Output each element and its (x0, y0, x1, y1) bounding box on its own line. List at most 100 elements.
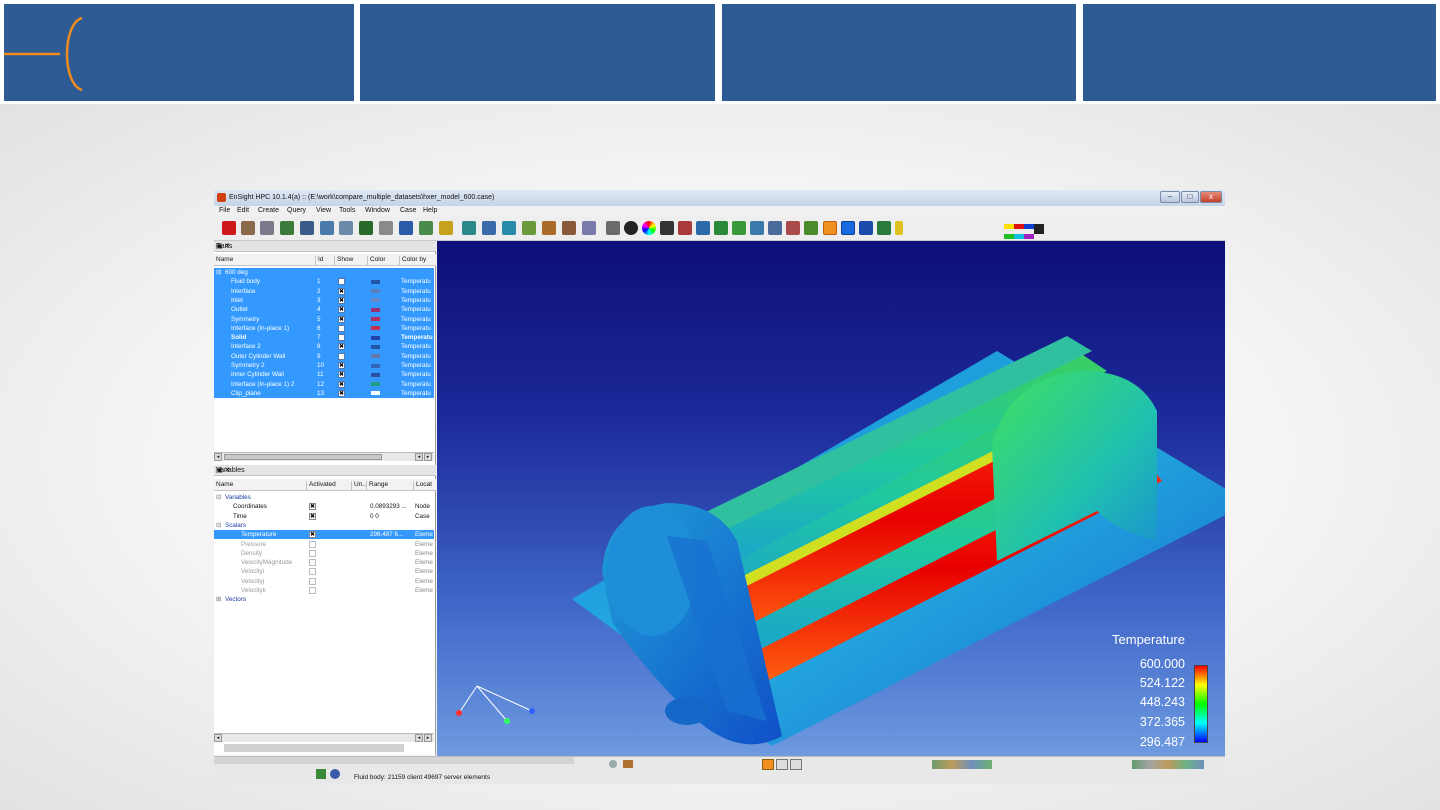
variable-row[interactable]: Pressure Eleme (214, 540, 434, 549)
contour-icon[interactable] (502, 221, 516, 235)
tree-icon[interactable] (280, 221, 294, 235)
parts-group-row[interactable]: ⊟ 600 deg (214, 268, 434, 277)
menu-edit[interactable]: Edit (237, 207, 249, 214)
graphics-viewport[interactable]: Temperature 600.000 524.122 448.243 372.… (437, 241, 1225, 756)
variable-row[interactable]: ⊟ Scalars (214, 521, 434, 530)
part-row[interactable]: Outer Cylinder Wall 9 Temperatu (214, 352, 434, 361)
variable-row[interactable]: VelocityMagnitude Eleme (214, 558, 434, 567)
expand-icon[interactable]: ⊞ (216, 596, 221, 603)
activated-checkbox[interactable] (309, 540, 316, 548)
activated-checkbox[interactable] (309, 577, 316, 585)
panel-controls-icon[interactable]: ▣ ✕ (216, 466, 433, 474)
collapse-icon[interactable]: ⊟ (216, 269, 221, 276)
activated-checkbox[interactable]: ✖ (309, 531, 316, 539)
show-checkbox[interactable]: ✖ (338, 343, 345, 351)
color-legend-bar[interactable] (1194, 665, 1208, 743)
variable-row[interactable]: ⊟ Variables (214, 493, 434, 502)
panel-controls-icon[interactable]: ▣ ✕ (216, 242, 433, 250)
render-icon[interactable] (823, 221, 837, 235)
scroll-left-icon-2[interactable]: ◂ (415, 734, 423, 742)
part-row[interactable]: Solid 7 Temperatu (214, 333, 434, 342)
part-color-swatch[interactable] (371, 289, 380, 294)
show-checkbox[interactable] (338, 352, 345, 360)
briefcase-icon[interactable] (439, 221, 453, 235)
col-location[interactable]: Locat (413, 481, 432, 490)
grid-icon[interactable] (582, 221, 596, 235)
col-units[interactable]: Un.. (351, 481, 366, 490)
part-row[interactable]: Inlet 3 ✖ Temperatu (214, 296, 434, 305)
palette-icon[interactable] (678, 221, 692, 235)
scroll-thumb[interactable] (224, 454, 382, 460)
triangle-icon[interactable] (768, 221, 782, 235)
maximize-button[interactable]: □ (1181, 191, 1199, 203)
vector-icon[interactable] (522, 221, 536, 235)
lightning-icon[interactable] (895, 221, 903, 235)
part-color-swatch[interactable] (371, 298, 380, 303)
hand-icon[interactable] (623, 760, 633, 768)
menu-file[interactable]: File (219, 207, 230, 214)
split-view-icon[interactable] (790, 759, 802, 770)
menu-help[interactable]: Help (423, 207, 437, 214)
collapse-icon[interactable]: ⊟ (216, 494, 221, 501)
part-row[interactable]: Outlet 4 ✖ Temperatu (214, 305, 434, 314)
isosurface-icon[interactable] (462, 221, 476, 235)
variable-row[interactable]: Coordinates ✖ 0.0893293 ... Node (214, 502, 434, 511)
close-button[interactable]: x (1200, 191, 1222, 203)
text-icon[interactable] (399, 221, 413, 235)
minimize-button[interactable]: – (1160, 191, 1180, 203)
menu-view[interactable]: View (316, 207, 331, 214)
show-checkbox[interactable]: ✖ (338, 362, 345, 369)
mode-icon[interactable] (222, 221, 236, 235)
scroll-left-icon-2[interactable]: ◂ (415, 453, 423, 461)
book-icon[interactable] (419, 221, 433, 235)
part-row[interactable]: Symmetry 2 10 ✖ Temperatu (214, 361, 434, 370)
part-row[interactable]: Interface (In-place 1) 6 Temperatu (214, 324, 434, 333)
part-color-swatch[interactable] (371, 372, 380, 377)
show-checkbox[interactable]: ✖ (338, 371, 345, 379)
menu-window[interactable]: Window (365, 207, 390, 214)
view-tools-icon[interactable] (1132, 760, 1204, 769)
annotation-icon[interactable] (359, 221, 373, 235)
show-checkbox[interactable]: ✖ (338, 315, 345, 323)
col-activated[interactable]: Activated (306, 481, 336, 490)
parts-h-scrollbar[interactable]: ◂ ◂ ▸ (214, 452, 434, 461)
particle-trace-icon[interactable] (542, 221, 556, 235)
part-row[interactable]: Interface 2 8 ✖ Temperatu (214, 342, 434, 351)
scroll-left-icon[interactable]: ◂ (214, 734, 222, 742)
transform-tools-icon[interactable] (932, 760, 992, 769)
part-row[interactable]: Fluid body 1 Temperatu (214, 277, 434, 286)
show-checkbox[interactable]: ✖ (338, 296, 345, 304)
window-icon[interactable] (300, 221, 314, 235)
show-checkbox[interactable]: ✖ (338, 306, 345, 314)
menu-create[interactable]: Create (258, 207, 279, 214)
grid-view-icon[interactable] (776, 759, 788, 770)
frame-icon[interactable] (696, 221, 710, 235)
lines-icon[interactable] (660, 221, 674, 235)
variable-row[interactable]: Temperature ✖ 296.487 6... Eleme (214, 530, 434, 540)
part-color-swatch[interactable] (371, 326, 380, 331)
part-color-swatch[interactable] (371, 279, 380, 284)
query-icon[interactable] (260, 221, 274, 235)
activated-checkbox[interactable] (309, 549, 316, 557)
menu-case[interactable]: Case (400, 207, 416, 214)
axes-icon[interactable] (750, 221, 764, 235)
part-row[interactable]: Inner Cylinder Wall 11 ✖ Temperatu (214, 370, 434, 379)
lighting-icon[interactable] (859, 221, 873, 235)
variables-h-scrollbar[interactable]: ◂ ◂ ▸ (214, 733, 434, 742)
part-color-swatch[interactable] (371, 344, 380, 349)
part-row[interactable]: Clip_plane 13 ✖ Temperatu (214, 389, 434, 398)
col-color[interactable]: Color (367, 256, 386, 265)
clip-icon[interactable] (482, 221, 496, 235)
variable-row[interactable]: Velocityj Eleme (214, 577, 434, 586)
part-color-swatch[interactable] (371, 335, 380, 340)
show-checkbox[interactable] (338, 334, 345, 342)
show-checkbox[interactable] (338, 324, 345, 332)
part-color-swatch[interactable] (371, 363, 380, 368)
scroll-left-icon[interactable]: ◂ (214, 453, 222, 461)
col-range[interactable]: Range (366, 481, 388, 490)
record-icon[interactable] (609, 760, 617, 768)
col-name[interactable]: Name (214, 256, 233, 265)
collapse-icon[interactable]: ⊟ (216, 522, 221, 529)
eye-icon[interactable] (624, 221, 638, 235)
show-checkbox[interactable]: ✖ (338, 380, 345, 388)
